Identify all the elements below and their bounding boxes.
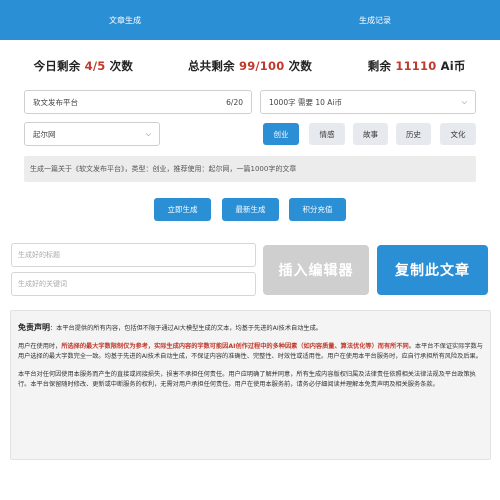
disclaimer-label: 免责声明	[18, 323, 50, 332]
copy-article-button[interactable]: 复制此文章	[377, 245, 488, 295]
word-count-select[interactable]: 1000字 需要 10 Ai币 ⌵	[260, 90, 476, 114]
total-remaining-unit: 次数	[288, 59, 313, 73]
coin-balance: 剩余 11110 Ai币	[333, 58, 500, 82]
generated-title-field[interactable]: 生成好的标题	[11, 243, 256, 267]
latest-generate-button[interactable]: 最新生成	[222, 198, 279, 221]
disclaimer-paragraph-2: 用户在使用时，所选择的最大字数限制仅为参考，实际生成内容的字数可能因AI创作过程…	[18, 342, 483, 362]
disclaimer-paragraph-3: 本平台对任何因使用本服务而产生的直接或间接损失，损害不承担任何责任。用户应明确了…	[18, 371, 476, 388]
disclaimer-paragraph-1: 免责声明：本平台提供的所有内容，包括但不限于通过AI大模型生成的文本，均基于先进…	[18, 323, 483, 334]
disclaimer-panel: 免责声明：本平台提供的所有内容，包括但不限于通过AI大模型生成的文本，均基于先进…	[10, 310, 491, 460]
generated-keywords-field[interactable]: 生成好的关键词	[11, 272, 256, 296]
daily-remaining-unit: 次数	[109, 59, 134, 73]
genre-chip-story[interactable]: 故事	[353, 123, 388, 145]
chevron-down-icon: ⌵	[461, 97, 467, 106]
coin-balance-label: 剩余	[367, 59, 392, 73]
platform-value: 起尔网	[33, 129, 56, 139]
tab-article-generate[interactable]: 文章生成	[0, 0, 250, 40]
usage-stats: 今日剩余 4/5 次数 总共剩余 99/100 次数 剩余 11110 Ai币	[0, 58, 500, 82]
disclaimer-text-2a: 用户在使用时，	[18, 343, 62, 350]
insert-editor-button[interactable]: 插入编辑器	[263, 245, 369, 295]
prompt-summary: 生成一篇关于《软文发布平台》，类型：创业，推荐使用：起尔网，一篇1000字的文章	[24, 156, 476, 182]
genre-chip-startup[interactable]: 创业	[263, 123, 299, 145]
generate-now-button[interactable]: 立即生成	[154, 198, 211, 221]
platform-select[interactable]: 起尔网 ⌵	[24, 122, 160, 146]
word-count-value: 1000字 需要 10 Ai币	[269, 97, 342, 107]
genre-chip-history[interactable]: 历史	[396, 123, 431, 145]
coin-balance-unit: Ai币	[440, 59, 466, 73]
daily-remaining-label: 今日剩余	[33, 59, 81, 73]
points-recharge-button[interactable]: 积分充值	[289, 198, 346, 221]
total-remaining: 总共剩余 99/100 次数	[167, 58, 334, 82]
article-title-input[interactable]: 软文发布平台 6/20	[24, 90, 252, 114]
total-remaining-value: 99/100	[239, 59, 285, 73]
title-char-count: 6/20	[226, 97, 243, 107]
genre-chip-emotion[interactable]: 情感	[309, 123, 345, 145]
disclaimer-warning: 所选择的最大字数限制仅为参考，实际生成内容的字数可能因AI创作过程中的多种因素（…	[61, 343, 409, 350]
coin-balance-value: 11110	[395, 59, 437, 73]
total-remaining-label: 总共剩余	[187, 59, 235, 73]
chevron-down-icon: ⌵	[145, 129, 151, 138]
top-nav: 文章生成 生成记录	[0, 0, 500, 40]
tab-generate-history[interactable]: 生成记录	[250, 0, 500, 40]
disclaimer-text-1: ：本平台提供的所有内容，包括但不限于通过AI大模型生成的文本，均基于先进的AI技…	[50, 325, 322, 332]
article-title-value: 软文发布平台	[33, 97, 78, 107]
daily-remaining: 今日剩余 4/5 次数	[0, 58, 167, 82]
daily-remaining-value: 4/5	[84, 59, 106, 73]
genre-chip-culture[interactable]: 文化	[440, 123, 476, 145]
